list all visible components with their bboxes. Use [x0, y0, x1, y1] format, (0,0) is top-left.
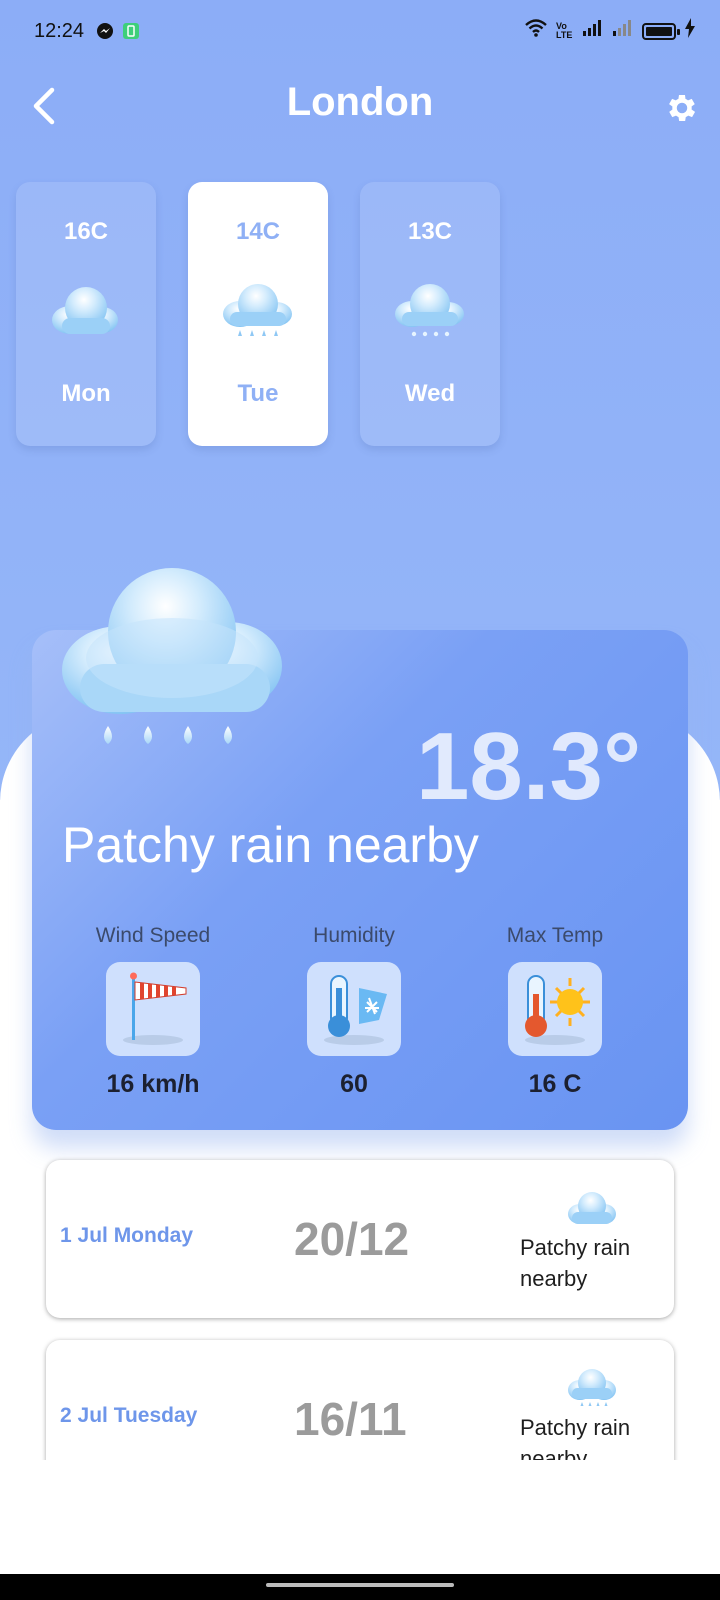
- battery-icon: [642, 22, 680, 40]
- day-card-tue[interactable]: 14C Tue: [188, 182, 328, 446]
- charging-icon: [684, 18, 696, 44]
- forecast-condition: Patchy rain nearby: [520, 1415, 631, 1460]
- current-temperature: 18.3°: [416, 713, 642, 820]
- cloud-icon: [52, 287, 118, 334]
- forecast-temps: 16/11: [294, 1393, 407, 1445]
- thermometer-sun-icon: [525, 975, 590, 1045]
- day-name: Wed: [404, 380, 456, 407]
- volte-icon: Vo LTE: [556, 21, 573, 40]
- forecast-date: 2 Jul Tuesday: [60, 1404, 198, 1427]
- stat-label: Max Temp: [506, 924, 604, 947]
- day-name: Mon: [61, 380, 111, 407]
- stat-label: Humidity: [313, 924, 395, 947]
- settings-button[interactable]: [664, 90, 700, 126]
- signal-weak-icon: [612, 19, 634, 43]
- day-card-mon[interactable]: 16C Mon: [16, 182, 156, 446]
- home-gesture-handle[interactable]: [266, 1583, 454, 1587]
- forecast-temps: 20/12: [294, 1213, 410, 1265]
- stat-value: 60: [340, 1070, 368, 1098]
- day-card-wed[interactable]: 13C Wed: [360, 182, 500, 446]
- stat-wind-speed: Wind Speed 16 km/h: [73, 924, 233, 1099]
- messenger-icon: [96, 22, 114, 46]
- status-bar: 12:24 Vo LTE: [0, 0, 720, 64]
- wifi-icon: [524, 18, 548, 44]
- cloud-icon: [568, 1192, 616, 1224]
- stat-icon-box: [106, 962, 200, 1056]
- status-time: 12:24: [34, 20, 85, 42]
- cloud-drizzle-icon: [568, 1369, 616, 1406]
- stat-humidity: Humidity 60: [274, 924, 434, 1099]
- battery-saver-icon: [122, 22, 140, 46]
- current-condition: Patchy rain nearby: [62, 817, 479, 873]
- day-name: Tue: [237, 380, 279, 407]
- cloud-drizzle-icon: [395, 284, 464, 337]
- windsock-icon: [123, 972, 187, 1045]
- stat-label: Wind Speed: [95, 924, 211, 947]
- day-temp: 13C: [407, 218, 453, 245]
- forecast-row[interactable]: 2 Jul Tuesday 16/11 Patchy rain nearby: [46, 1340, 674, 1460]
- stat-value: 16 C: [528, 1070, 582, 1098]
- signal-icon: [582, 19, 604, 43]
- thermometer-snow-icon: [324, 975, 387, 1045]
- cloud-rain-icon: [62, 568, 282, 744]
- forecast-condition: Patchy rain nearby: [520, 1235, 631, 1291]
- stat-icon-box: [307, 962, 401, 1056]
- gear-icon: [669, 94, 696, 122]
- day-temp: 14C: [235, 218, 281, 245]
- forecast-row[interactable]: 1 Jul Monday 20/12 Patchy rain nearby: [46, 1160, 674, 1318]
- forecast-date: 1 Jul Monday: [60, 1224, 194, 1247]
- page-title: London: [286, 80, 434, 124]
- system-nav-bar: [0, 1574, 720, 1600]
- cloud-rain-icon: [223, 284, 292, 336]
- stat-max-temp: Max Temp 16 C: [475, 924, 635, 1099]
- day-temp: 16C: [63, 218, 109, 245]
- stat-icon-box: [508, 962, 602, 1056]
- stat-value: 16 km/h: [106, 1070, 200, 1098]
- forecast-list[interactable]: 1 Jul Monday 20/12 Patchy rain nearby 2 …: [0, 1150, 720, 1460]
